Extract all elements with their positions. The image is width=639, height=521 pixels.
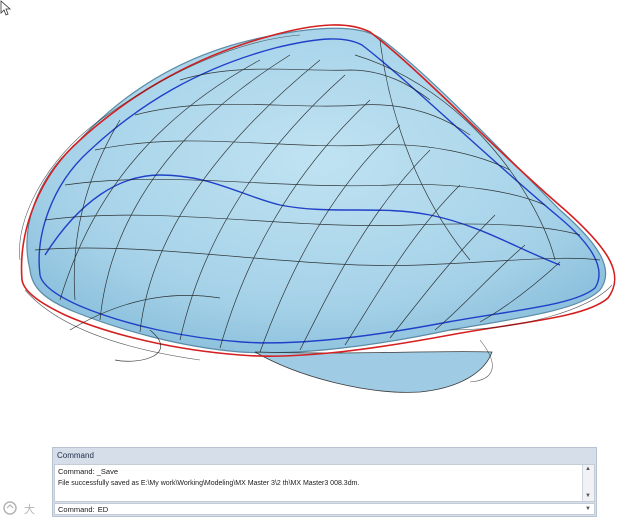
chevron-up-icon[interactable]: ▲ [585, 466, 591, 473]
mouse-model-render [19, 24, 616, 393]
shell-surface [26, 27, 607, 354]
chevron-down-icon[interactable]: ▼ [585, 493, 591, 500]
history-scrollbar[interactable]: ▲ ▼ [582, 465, 594, 501]
command-panel-title: Command [57, 451, 94, 460]
history-line: Command: _Save [58, 467, 119, 476]
watermark-text: 大 [24, 504, 35, 516]
command-panel: Command Command: _Save File successfully… [52, 447, 597, 517]
watermark: 大 [2, 500, 92, 516]
lower-body-surface [254, 351, 493, 393]
watermark-logo-icon [3, 501, 17, 515]
command-history[interactable]: Command: _Save File successfully saved a… [54, 464, 595, 502]
command-input-row[interactable]: Command: ED ▼ [54, 503, 595, 515]
command-input[interactable]: ED [98, 505, 108, 514]
mouse-pointer-icon [0, 0, 12, 16]
history-line: File successfully saved as E:\My work\Wo… [58, 480, 360, 487]
chevron-down-icon[interactable]: ▼ [583, 505, 593, 513]
rhino-3d-viewport[interactable] [0, 0, 639, 445]
